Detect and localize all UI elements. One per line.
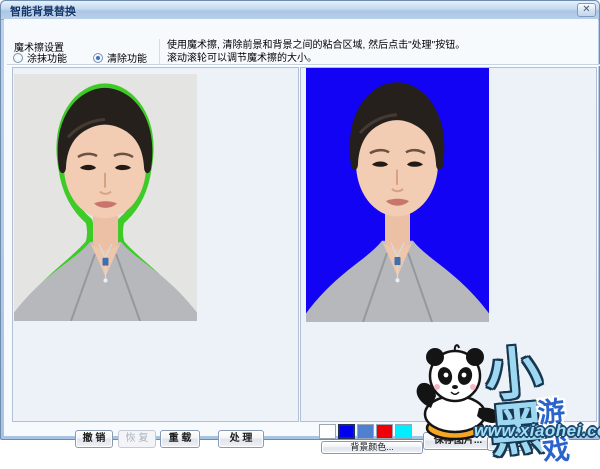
radio-erase-function[interactable]: 清除功能 [93, 50, 147, 65]
undo-button[interactable]: 撤 销 [75, 430, 113, 448]
title-bar[interactable]: 智能背景替换 ✕ [1, 1, 599, 20]
portrait-outline-image [14, 74, 197, 321]
top-separator [7, 64, 600, 65]
radio-erase-label: 清除功能 [107, 50, 147, 65]
radio-smear-label: 涂抹功能 [27, 50, 67, 65]
instruction-line-1: 使用魔术擦, 清除前景和背景之间的粘合区域, 然后点击"处理"按钮。 [167, 39, 592, 52]
dialog-client-area: 魔术擦设置 涂抹功能 清除功能 使用魔术擦, 清除前景和背景之间的粘合区域, 然… [4, 19, 598, 436]
save-image-button[interactable]: 保存图片... [423, 432, 493, 450]
redo-button[interactable]: 恢 复 [118, 430, 156, 448]
settings-divider [159, 39, 160, 64]
result-photo-blue-background [306, 68, 489, 322]
radio-selected-icon[interactable] [93, 53, 103, 63]
ok-button[interactable]: 确 定 [487, 436, 534, 451]
swatch-red[interactable] [376, 424, 393, 439]
dialog-window: 智能背景替换 ✕ 魔术擦设置 涂抹功能 清除功能 使用魔术擦, 清除前景和背景之… [0, 0, 600, 440]
portrait-result-image [306, 68, 489, 322]
swatch-blue-selected[interactable] [338, 424, 355, 439]
reload-button[interactable]: 重 载 [160, 430, 200, 448]
process-button[interactable]: 处 理 [218, 430, 264, 448]
instructions-text: 使用魔术擦, 清除前景和背景之间的粘合区域, 然后点击"处理"按钮。 滚动滚轮可… [167, 39, 592, 65]
radio-unselected-icon[interactable] [13, 53, 23, 63]
background-color-button[interactable]: 背景颜色... [321, 441, 423, 454]
close-icon[interactable]: ✕ [577, 3, 596, 17]
edited-photo-with-outline[interactable] [14, 74, 197, 321]
swatch-steelblue[interactable] [357, 424, 374, 439]
swatch-white[interactable] [319, 424, 336, 439]
radio-smear-function[interactable]: 涂抹功能 [13, 50, 67, 65]
window-title: 智能背景替换 [10, 3, 76, 19]
swatch-cyan[interactable] [395, 424, 412, 439]
